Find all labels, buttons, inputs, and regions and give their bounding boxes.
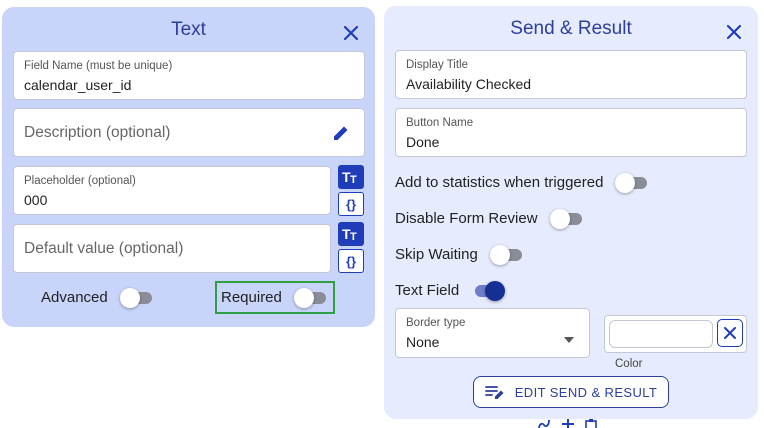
close-icon[interactable]	[339, 21, 363, 45]
placeholder-value: 000	[24, 192, 48, 208]
clipboard-icon[interactable]	[585, 417, 597, 428]
statistics-toggle-row: Add to statistics when triggered	[395, 172, 649, 193]
statistics-switch[interactable]	[615, 172, 649, 193]
panel-title: Send & Result	[510, 18, 632, 39]
chevron-down-icon	[564, 330, 574, 348]
placeholder-input[interactable]: Placeholder (optional) 000	[13, 166, 331, 215]
required-switch[interactable]	[293, 287, 328, 308]
disable-review-label: Disable Form Review	[395, 209, 538, 227]
advanced-switch[interactable]	[119, 287, 154, 308]
edit-send-result-label: EDIT SEND & RESULT	[514, 384, 658, 400]
bottom-toolbar	[537, 417, 597, 428]
border-type-select[interactable]: Border type None	[395, 308, 590, 358]
color-picker	[604, 315, 747, 353]
skip-waiting-label: Skip Waiting	[395, 245, 478, 263]
field-name-label: Field Name (must be unique)	[24, 60, 173, 72]
disable-review-switch[interactable]	[549, 208, 584, 229]
close-icon[interactable]	[722, 20, 746, 44]
advanced-label: Advanced	[41, 288, 108, 306]
connect-icon[interactable]	[537, 417, 551, 428]
advanced-toggle-row: Advanced	[41, 287, 154, 308]
button-name-value: Done	[406, 134, 440, 150]
field-name-input[interactable]: Field Name (must be unique) calendar_use…	[13, 51, 365, 100]
display-title-value: Availability Checked	[406, 76, 532, 92]
skip-waiting-switch[interactable]	[489, 244, 524, 265]
skip-waiting-toggle-row: Skip Waiting	[395, 244, 524, 265]
border-type-value: None	[406, 334, 440, 350]
edit-list-icon	[484, 386, 504, 399]
text-field-toggle-row: Text Field	[395, 280, 506, 301]
variable-button[interactable]: {}	[338, 192, 364, 216]
statistics-label: Add to statistics when triggered	[395, 173, 604, 191]
description-placeholder: Description (optional)	[24, 124, 171, 141]
display-title-input[interactable]: Display Title Availability Checked	[395, 50, 747, 99]
color-input[interactable]	[609, 320, 713, 348]
default-value-input[interactable]: Default value (optional)	[13, 224, 331, 273]
text-field-switch[interactable]	[471, 280, 506, 301]
button-name-input[interactable]: Button Name Done	[395, 108, 747, 157]
edit-pencil-icon[interactable]	[332, 124, 350, 147]
svg-text:T: T	[350, 174, 357, 185]
border-type-label: Border type	[406, 317, 466, 329]
description-input[interactable]: Description (optional)	[13, 108, 365, 157]
placeholder-label: Placeholder (optional)	[24, 175, 136, 187]
clear-color-icon[interactable]	[717, 319, 743, 347]
default-value-placeholder: Default value (optional)	[24, 240, 184, 257]
field-name-value: calendar_user_id	[24, 77, 132, 93]
edit-send-result-button[interactable]: EDIT SEND & RESULT	[473, 376, 669, 408]
disable-review-toggle-row: Disable Form Review	[395, 208, 584, 229]
text-format-button[interactable]: TT	[338, 165, 364, 189]
svg-text:T: T	[350, 231, 357, 242]
required-label: Required	[221, 288, 282, 306]
display-title-label: Display Title	[406, 59, 468, 71]
variable-button-2[interactable]: {}	[338, 249, 364, 273]
panel-title: Text	[171, 19, 206, 40]
button-name-label: Button Name	[406, 117, 474, 129]
add-icon[interactable]	[561, 417, 575, 428]
text-format-button-2[interactable]: TT	[338, 222, 364, 246]
text-field-label: Text Field	[395, 281, 460, 299]
color-label: Color	[615, 358, 643, 370]
required-toggle-row: Required	[221, 287, 328, 308]
